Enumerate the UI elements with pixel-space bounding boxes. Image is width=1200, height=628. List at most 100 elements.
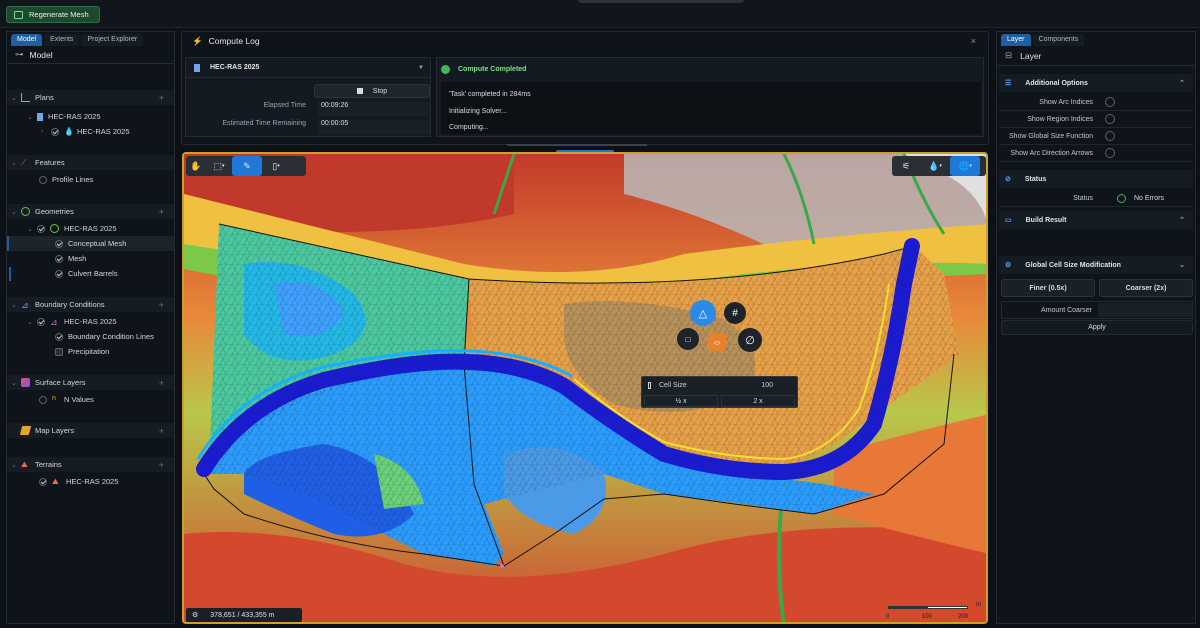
geometry-icon: [21, 207, 30, 216]
plan-select[interactable]: HEC-RAS 2025 ▼: [186, 58, 430, 78]
bc-lines-checkbox[interactable]: [55, 332, 63, 341]
tab-project-explorer[interactable]: Project Explorer: [81, 34, 144, 46]
amount-coarser-input[interactable]: [1098, 303, 1192, 317]
left-tabbar: Model Extents Project Explorer: [7, 32, 174, 46]
section-geometries[interactable]: ⌄ Geometries +: [7, 204, 174, 219]
log-line: Computing...: [449, 124, 489, 131]
boundary-checkbox[interactable]: [37, 317, 45, 326]
stop-button[interactable]: Stop: [314, 84, 430, 98]
pan-hand-icon[interactable]: ✋: [186, 156, 206, 176]
draw-pen-icon[interactable]: ✎: [232, 156, 262, 176]
section-map-layers[interactable]: Map Layers +: [7, 423, 174, 438]
add-surface-icon[interactable]: +: [159, 378, 164, 388]
plan-item[interactable]: ⌄ HEC-RAS 2025: [7, 109, 101, 124]
geometry-subitem[interactable]: Mesh: [7, 251, 86, 266]
tab-components[interactable]: Components: [1032, 34, 1085, 46]
boundary-item-label: HEC-RAS 2025: [64, 317, 117, 326]
tab-layer[interactable]: Layer: [1001, 34, 1031, 46]
top-search-bar[interactable]: [578, 0, 744, 3]
boundary-subitem[interactable]: Precipitation: [7, 344, 109, 359]
option-toggle[interactable]: [1105, 148, 1115, 158]
global-cell-size-header[interactable]: ⚙ Global Cell Size Modification ⌄: [999, 256, 1193, 274]
geometry-subitem[interactable]: Culvert Barrels: [7, 266, 118, 281]
terrain-checkbox[interactable]: [39, 477, 47, 486]
finer-button[interactable]: Finer (0.5x): [1001, 279, 1095, 297]
cell-size-input[interactable]: 100: [761, 382, 773, 389]
apply-button[interactable]: Apply: [1001, 320, 1193, 335]
option-toggle[interactable]: [1105, 131, 1115, 141]
n-values-checkbox[interactable]: [39, 395, 47, 404]
tab-model[interactable]: Model: [11, 34, 43, 46]
regenerate-mesh-button[interactable]: Regenerate Mesh: [6, 6, 100, 23]
feature-item-label: Profile Lines: [52, 175, 94, 184]
ruler-icon[interactable]: ▯ ▾: [262, 156, 290, 176]
add-boundary-icon[interactable]: +: [159, 300, 164, 310]
geometry-item[interactable]: ⌄ HEC-RAS 2025: [7, 221, 117, 236]
globe-icon[interactable]: 🌐 ▾: [950, 156, 980, 176]
half-size-button[interactable]: ½ x: [644, 395, 718, 407]
half-size-label: ½ x: [675, 397, 687, 405]
finer-label: Finer (0.5x): [1029, 284, 1067, 292]
option-toggle[interactable]: [1105, 114, 1115, 124]
section-plans[interactable]: ⌄ Plans +: [7, 90, 174, 105]
build-result-header[interactable]: ▭ Build Result ⌃: [999, 211, 1193, 229]
compute-log-panel: ⚡ Compute Log × HEC-RAS 2025 ▼ Stop Elap…: [181, 31, 989, 146]
section-surface-label: Surface Layers: [35, 378, 86, 387]
boundary-item[interactable]: ⌄ ⊿ HEC-RAS 2025: [7, 314, 117, 329]
conceptual-mesh-checkbox[interactable]: [55, 239, 63, 248]
triangle-tool-button[interactable]: △: [690, 300, 716, 326]
geometry-checkbox[interactable]: [37, 224, 45, 233]
terrain-icon: ⛰: [52, 477, 59, 486]
runner-icon: ⚡: [192, 35, 203, 46]
add-map-layer-icon[interactable]: +: [159, 426, 164, 436]
plan-checkbox[interactable]: [51, 127, 59, 136]
close-icon[interactable]: ×: [971, 36, 976, 46]
status-header[interactable]: ⊘ Status: [999, 170, 1193, 188]
square-tool-button[interactable]: □: [677, 328, 699, 350]
add-geometry-icon[interactable]: +: [159, 207, 164, 217]
left-scrollbar[interactable]: [9, 267, 11, 281]
chevron-down-icon: ⌄: [11, 379, 17, 387]
feature-item[interactable]: Profile Lines: [7, 172, 93, 187]
status-header: Compute Completed: [441, 62, 526, 76]
section-terrains[interactable]: ⌄ ⛰ Terrains +: [7, 457, 174, 472]
plan-subitem[interactable]: › 💧 HEC-RAS 2025: [7, 124, 130, 139]
transform-tool-button[interactable]: ▱: [706, 331, 728, 353]
flow-settings-icon[interactable]: ⚟: [892, 156, 920, 176]
chevron-down-icon: ⌄: [11, 461, 17, 469]
option-row: Show Global Size Function: [999, 128, 1193, 145]
select-box-icon[interactable]: ⬚ ▾: [206, 156, 232, 176]
clear-tool-button[interactable]: ∅: [738, 328, 762, 352]
terrain-item[interactable]: ⛰ HEC-RAS 2025: [7, 474, 119, 489]
status-text: Compute Completed: [458, 65, 527, 73]
surface-item[interactable]: n N Values: [7, 392, 94, 407]
terrain-map[interactable]: [184, 154, 988, 624]
droplets-icon[interactable]: 💧 ▾: [920, 156, 950, 176]
map-layers-icon: [19, 426, 32, 435]
add-terrain-icon[interactable]: +: [159, 460, 164, 470]
settings-gear-icon[interactable]: ⚙: [192, 611, 198, 619]
section-boundary-conditions[interactable]: ⌄ ⊿ Boundary Conditions +: [7, 297, 174, 312]
additional-options-header[interactable]: ☰ Additional Options ⌃: [999, 74, 1193, 92]
geometry-item-label: HEC-RAS 2025: [64, 224, 117, 233]
section-features[interactable]: ⌄ ⟋ Features: [7, 155, 174, 170]
double-size-button[interactable]: 2 x: [721, 395, 795, 407]
global-cell-size-label: Global Cell Size Modification: [1025, 261, 1121, 269]
add-plan-icon[interactable]: +: [159, 93, 164, 103]
profile-lines-checkbox[interactable]: [39, 175, 47, 184]
map-view[interactable]: ✋ ⬚ ▾ ✎ ▯ ▾ ⚟ 💧 ▾ 🌐 ▾ △ # □ ▱ ∅ Cell Size 10…: [182, 152, 988, 624]
coarser-button[interactable]: Coarser (2x): [1099, 279, 1193, 297]
tab-extents[interactable]: Extents: [44, 34, 80, 46]
option-toggle[interactable]: [1105, 97, 1115, 107]
grid-tool-button[interactable]: #: [724, 302, 746, 324]
geometry-subitem-selected[interactable]: Conceptual Mesh: [7, 236, 174, 251]
right-tabbar: Layer Components: [997, 32, 1195, 46]
elapsed-value: 00:09:26: [318, 102, 430, 116]
mesh-checkbox[interactable]: [55, 254, 63, 263]
precipitation-checkbox[interactable]: [55, 347, 63, 356]
culvert-checkbox[interactable]: [55, 269, 63, 278]
resize-handle[interactable]: [507, 144, 647, 146]
section-surface-layers[interactable]: ⌄ Surface Layers +: [7, 375, 174, 390]
boundary-subitem[interactable]: Boundary Condition Lines: [7, 329, 154, 344]
model-header: ⊶ Model: [7, 46, 174, 64]
